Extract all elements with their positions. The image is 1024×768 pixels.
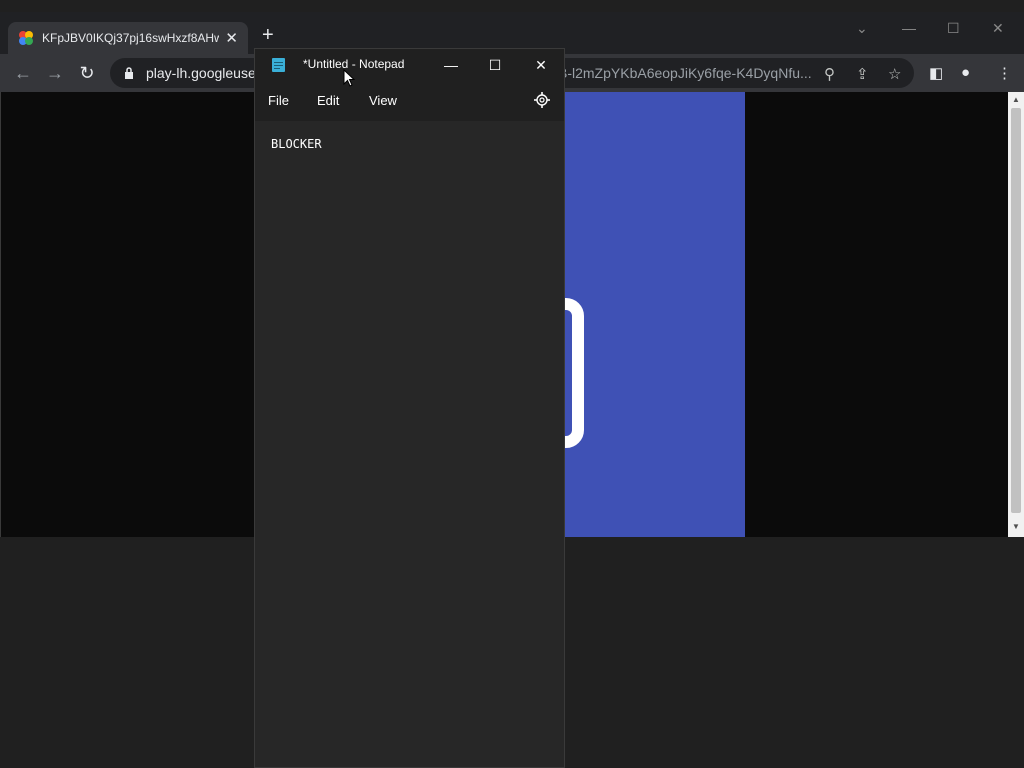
more-icon[interactable]: ⋮: [997, 64, 1012, 82]
close-icon[interactable]: ✕: [526, 53, 556, 77]
close-icon[interactable]: ✕: [992, 20, 1004, 37]
scroll-down-icon[interactable]: ▼: [1011, 522, 1021, 532]
gear-icon[interactable]: [533, 91, 551, 109]
desktop: KFpJBV0IKQj37pj16swHxzf8AHwl ✕ + ⌄ — ☐ ✕…: [0, 0, 1024, 768]
url-path: B-l2mZpYKbA6eopJiKy6fqe-K4DyqNfu...: [558, 65, 812, 81]
back-icon[interactable]: ←: [12, 62, 34, 84]
zoom-icon[interactable]: ⚲: [824, 65, 835, 83]
google-photos-favicon: [19, 31, 33, 45]
text-editor[interactable]: BLOCKER: [255, 121, 564, 767]
star-icon[interactable]: ☆: [888, 65, 901, 83]
image-content: [544, 92, 745, 537]
minimize-icon[interactable]: —: [902, 20, 916, 36]
forward-icon[interactable]: →: [44, 62, 66, 84]
maximize-icon[interactable]: ☐: [480, 53, 510, 77]
menu-edit[interactable]: Edit: [317, 93, 339, 108]
lock-icon: [125, 67, 133, 79]
notepad-icon: [272, 58, 285, 72]
editor-content: BLOCKER: [271, 137, 322, 151]
tab-title: KFpJBV0IKQj37pj16swHxzf8AHwl: [42, 31, 220, 45]
minimize-icon[interactable]: —: [436, 53, 466, 77]
new-tab-button[interactable]: +: [262, 25, 274, 45]
menu-view[interactable]: View: [369, 93, 397, 108]
notepad-menubar: File Edit View: [255, 81, 564, 121]
mouse-cursor-icon: [343, 69, 355, 87]
share-icon[interactable]: ⇪: [856, 65, 869, 83]
notepad-window: *Untitled - Notepad — ☐ ✕ File Edit View…: [254, 48, 565, 768]
profile-icon[interactable]: ●: [961, 64, 970, 81]
close-icon[interactable]: ✕: [225, 29, 238, 47]
maximize-icon[interactable]: ☐: [947, 20, 960, 37]
scrollbar[interactable]: ▲ ▼: [1008, 92, 1024, 537]
url-host: play-lh.googleuse: [146, 65, 256, 81]
menu-file[interactable]: File: [268, 93, 289, 108]
reload-icon[interactable]: ↻: [76, 62, 98, 84]
scrollbar-thumb[interactable]: [1011, 108, 1021, 513]
chevron-down-icon[interactable]: ⌄: [856, 20, 868, 37]
sidepanel-icon[interactable]: ◧: [929, 64, 943, 82]
browser-tab[interactable]: KFpJBV0IKQj37pj16swHxzf8AHwl ✕: [8, 22, 248, 54]
notepad-titlebar[interactable]: *Untitled - Notepad — ☐ ✕: [255, 49, 564, 81]
scroll-up-icon[interactable]: ▲: [1011, 95, 1021, 105]
